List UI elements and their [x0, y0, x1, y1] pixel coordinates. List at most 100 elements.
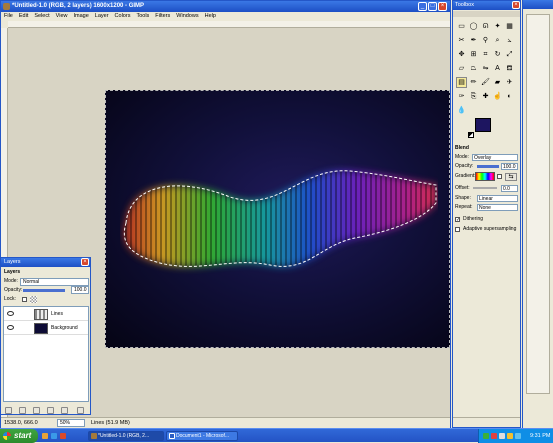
- measure-icon[interactable]: ⦣: [504, 35, 515, 46]
- lock-alpha-icon[interactable]: [30, 296, 37, 303]
- layer-row[interactable]: Lines: [4, 308, 88, 321]
- layers-titlebar[interactable]: Layers: [1, 258, 90, 267]
- menu-help[interactable]: Help: [202, 12, 219, 21]
- toolbox-titlebar[interactable]: Toolbox: [453, 1, 520, 10]
- pencil-icon[interactable]: ✏: [468, 77, 479, 88]
- shear-icon[interactable]: ▱: [456, 63, 467, 74]
- foreground-color-swatch[interactable]: [475, 118, 491, 132]
- taskbar-clock[interactable]: 9:31 PM: [530, 429, 550, 443]
- gradient-preview[interactable]: [475, 172, 495, 181]
- ellipse-select-icon[interactable]: ◯: [468, 21, 479, 32]
- layers-mode-select[interactable]: Normal: [20, 278, 89, 286]
- media-icon[interactable]: [60, 433, 66, 439]
- new-layer-icon[interactable]: [5, 407, 12, 414]
- lock-pixels-checkbox[interactable]: [22, 297, 27, 302]
- menu-filters[interactable]: Filters: [152, 12, 173, 21]
- delete-layer-icon[interactable]: [77, 407, 84, 414]
- rect-select-icon[interactable]: ▭: [456, 21, 467, 32]
- blend-opacity-input[interactable]: 100.0: [501, 163, 518, 170]
- raise-layer-icon[interactable]: [19, 407, 26, 414]
- bucket-fill-icon[interactable]: ⛾: [504, 63, 515, 74]
- security-icon[interactable]: [491, 433, 497, 439]
- zoom-select[interactable]: 50%: [57, 419, 85, 427]
- blend-opacity-label: Opacity:: [455, 163, 474, 169]
- menu-colors[interactable]: Colors: [112, 12, 134, 21]
- lower-layer-icon[interactable]: [33, 407, 40, 414]
- paintbrush-icon[interactable]: 🖌: [480, 77, 491, 88]
- scale-icon[interactable]: ⤢: [504, 49, 515, 60]
- layers-opacity-input[interactable]: 100.0: [71, 286, 89, 294]
- menu-select[interactable]: Select: [31, 12, 52, 21]
- adaptive-supersampling-checkbox[interactable]: [455, 227, 460, 232]
- free-select-icon[interactable]: ᘏ: [480, 21, 491, 32]
- network-icon[interactable]: [483, 433, 489, 439]
- eraser-icon[interactable]: ▰: [492, 77, 503, 88]
- browser-icon[interactable]: [51, 433, 57, 439]
- text-icon[interactable]: A: [492, 63, 503, 74]
- secondary-dock-window: [522, 0, 553, 428]
- align-icon[interactable]: ⊞: [468, 49, 479, 60]
- taskbar-item-gimp[interactable]: *Untitled-1.0 (RGB, 2...: [88, 431, 164, 441]
- start-button[interactable]: start: [0, 429, 38, 443]
- menu-windows[interactable]: Windows: [173, 12, 201, 21]
- layers-close-button[interactable]: ×: [81, 258, 89, 266]
- blend-icon[interactable]: ▤: [456, 77, 467, 88]
- fuzzy-select-icon[interactable]: ✦: [492, 21, 503, 32]
- perspective-icon[interactable]: ⏢: [468, 63, 479, 74]
- flip-icon[interactable]: ⇋: [480, 63, 491, 74]
- scissors-icon[interactable]: ✂: [456, 35, 467, 46]
- menu-view[interactable]: View: [53, 12, 71, 21]
- blend-mode-select[interactable]: Overlay: [472, 154, 518, 161]
- offset-input[interactable]: 0.0: [501, 185, 518, 192]
- toolbox-close-button[interactable]: ×: [512, 1, 520, 9]
- layer-row[interactable]: Background: [4, 322, 88, 335]
- close-button[interactable]: ×: [438, 2, 447, 11]
- window-titlebar[interactable]: *Untitled-1.0 (RGB, 2 layers) 1600x1200 …: [1, 1, 450, 12]
- blend-opacity-slider[interactable]: [477, 165, 499, 168]
- eye-icon[interactable]: [7, 311, 14, 316]
- menu-image[interactable]: Image: [70, 12, 91, 21]
- eye-icon[interactable]: [7, 325, 14, 330]
- menu-file[interactable]: File: [1, 12, 16, 21]
- move-icon[interactable]: ✥: [456, 49, 467, 60]
- horizontal-ruler[interactable]: [8, 21, 450, 28]
- dodge-burn-icon[interactable]: ◐: [504, 91, 515, 102]
- paths-icon[interactable]: ✒: [468, 35, 479, 46]
- zoom-icon[interactable]: ⌕: [492, 35, 503, 46]
- reset-colors-icon[interactable]: [468, 132, 474, 138]
- reverse-gradient-checkbox[interactable]: [497, 174, 502, 179]
- update-icon[interactable]: [515, 433, 521, 439]
- crop-icon[interactable]: ⌗: [480, 49, 491, 60]
- layers-opacity-slider[interactable]: [23, 289, 65, 292]
- heal-icon[interactable]: ✚: [480, 91, 491, 102]
- shape-select[interactable]: Linear: [477, 195, 518, 202]
- taskbar-item-word[interactable]: Document1 - Microsof...: [166, 431, 238, 441]
- secondary-dock-titlebar[interactable]: [523, 0, 553, 9]
- menu-layer[interactable]: Layer: [92, 12, 112, 21]
- anchor-layer-icon[interactable]: [61, 407, 68, 414]
- color-picker-icon[interactable]: ⚲: [480, 35, 491, 46]
- ink-icon[interactable]: ✑: [456, 91, 467, 102]
- volume-icon[interactable]: [499, 433, 505, 439]
- smudge-icon[interactable]: ☝: [492, 91, 503, 102]
- image-canvas[interactable]: [105, 90, 450, 348]
- minimize-button[interactable]: _: [418, 2, 427, 11]
- folder-icon[interactable]: [42, 433, 48, 439]
- toolbox-menubar[interactable]: [453, 11, 520, 17]
- offset-slider[interactable]: [473, 187, 497, 189]
- duplicate-layer-icon[interactable]: [47, 407, 54, 414]
- gradient-reverse-icon[interactable]: ⇆: [505, 173, 517, 181]
- menu-tools[interactable]: Tools: [133, 12, 152, 21]
- messenger-icon[interactable]: [507, 433, 513, 439]
- airbrush-icon[interactable]: ✈: [504, 77, 515, 88]
- menu-edit[interactable]: Edit: [16, 12, 31, 21]
- dithering-checkbox[interactable]: ✓: [455, 217, 460, 223]
- maximize-button[interactable]: □: [428, 2, 437, 11]
- clone-icon[interactable]: ⎘: [468, 91, 479, 102]
- blur-icon[interactable]: 💧: [456, 105, 467, 116]
- repeat-select[interactable]: None: [477, 204, 518, 211]
- gimp-app-icon[interactable]: [3, 3, 10, 10]
- layer-thumbnail: [34, 309, 48, 320]
- color-select-icon[interactable]: ▦: [504, 21, 515, 32]
- rotate-icon[interactable]: ↻: [492, 49, 503, 60]
